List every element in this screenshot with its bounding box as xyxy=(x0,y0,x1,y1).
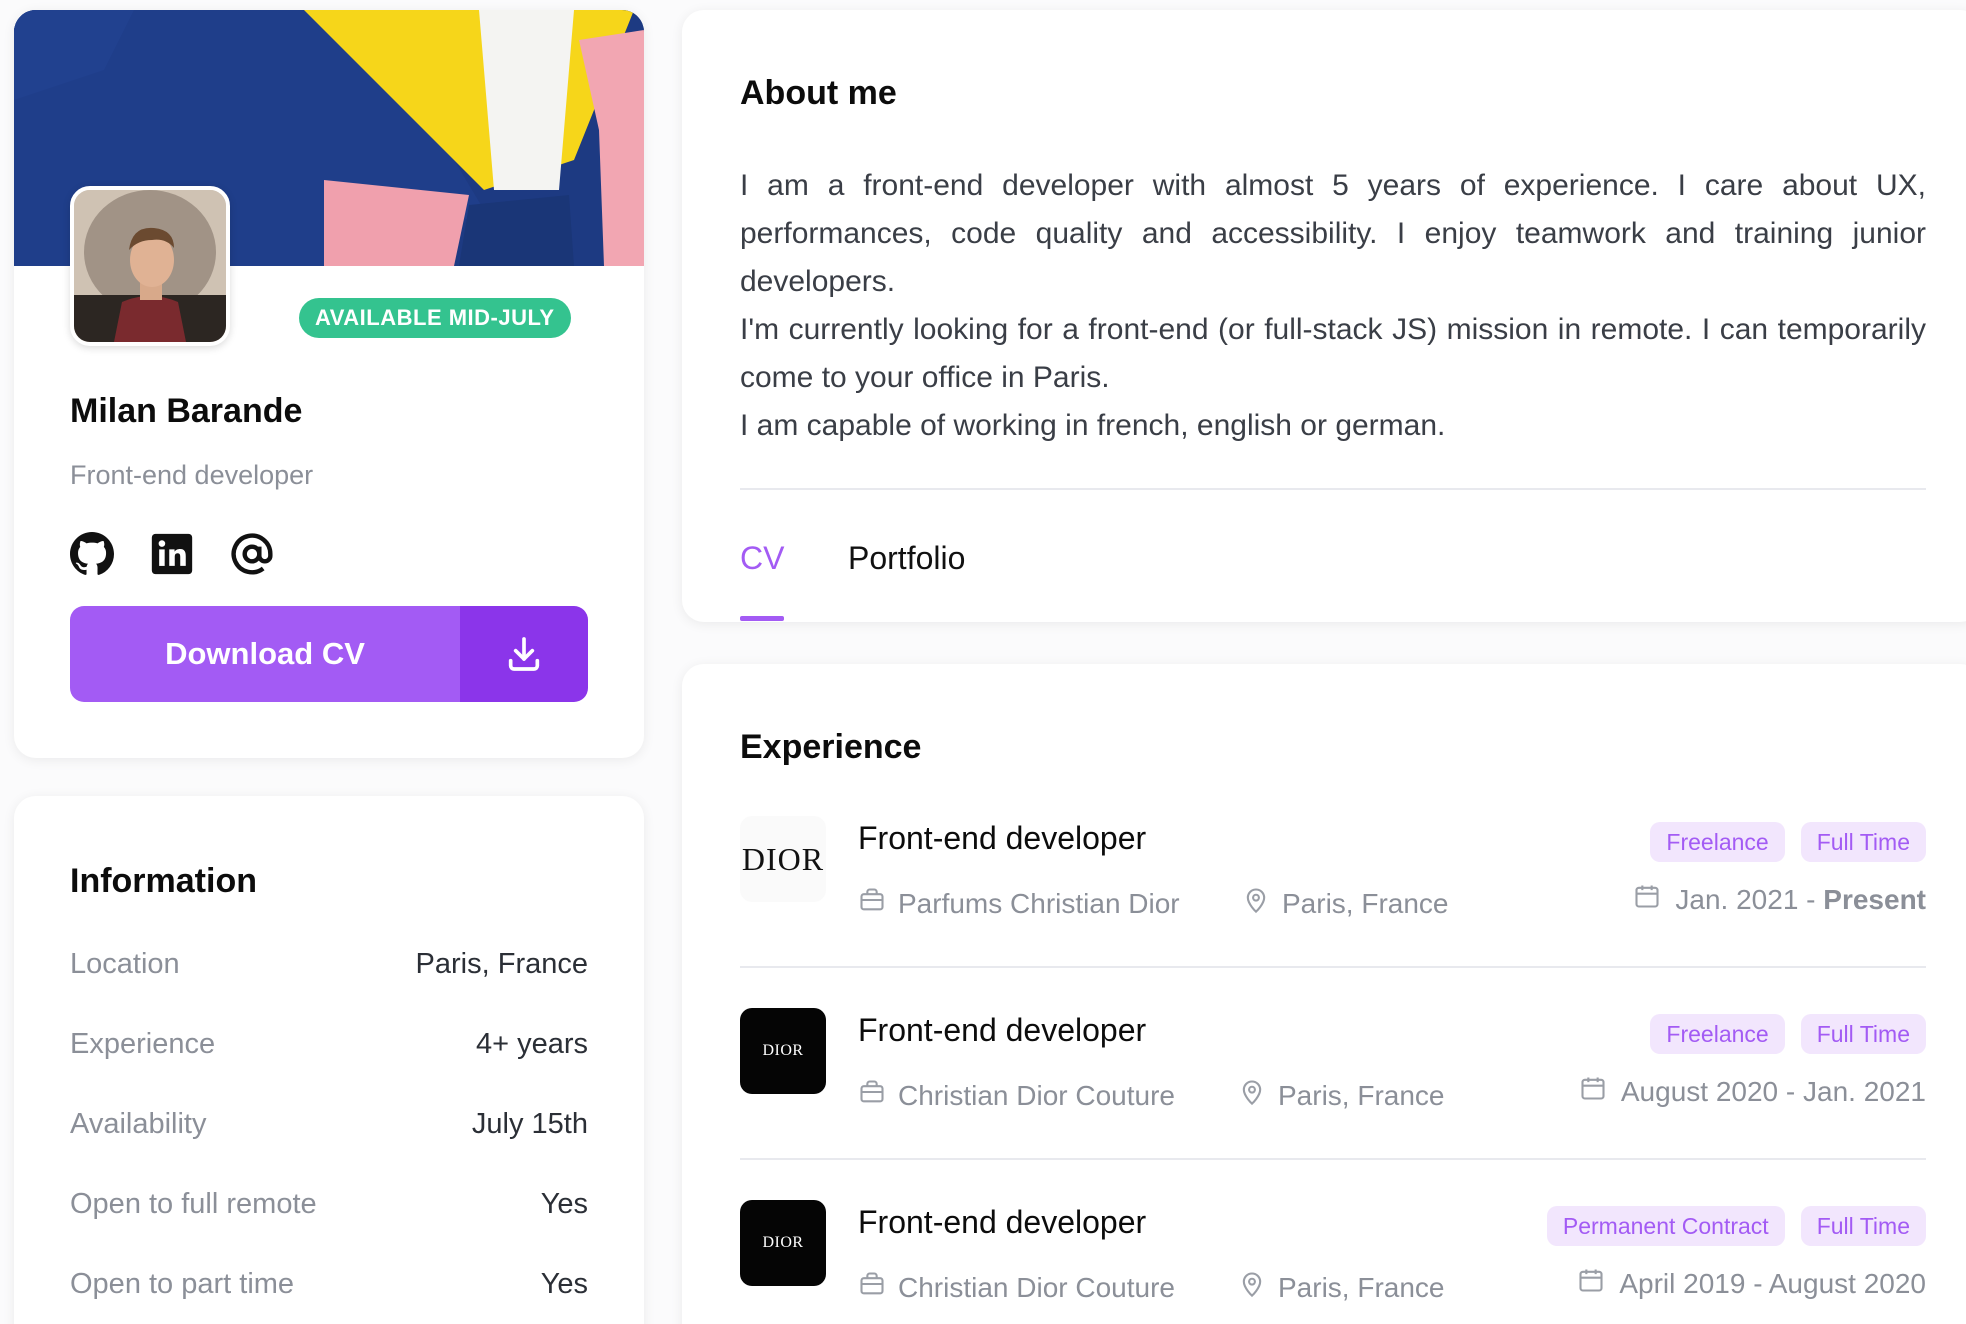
job-title: Front-end developer xyxy=(858,1012,1147,1048)
job-company: Christian Dior Couture xyxy=(858,1078,1175,1113)
location-pin-icon xyxy=(1242,886,1270,921)
linkedin-icon[interactable] xyxy=(150,532,194,576)
job-dates: April 2019 - August 2020 xyxy=(1577,1266,1926,1301)
company-logo: DIOR xyxy=(740,816,826,902)
company-name: Parfums Christian Dior xyxy=(898,887,1180,919)
info-label: Open to part time xyxy=(70,1268,295,1300)
briefcase-icon xyxy=(858,1078,886,1113)
calendar-icon xyxy=(1633,882,1661,917)
about-paragraph: I am capable of working in french, engli… xyxy=(740,409,1446,442)
calendar-icon xyxy=(1579,1074,1607,1109)
profile-role: Front-end developer xyxy=(70,460,314,490)
about-text: I am a front-end developer with almost 5… xyxy=(740,162,1926,450)
date-range: April 2019 - August 2020 xyxy=(1619,1267,1926,1299)
info-value: July 15th xyxy=(471,1108,588,1140)
info-value: Yes xyxy=(540,1188,588,1220)
date-present: Present xyxy=(1823,883,1926,915)
info-label: Location xyxy=(70,948,180,980)
divider xyxy=(740,488,1926,490)
divider xyxy=(740,966,1926,968)
experience-title: Experience xyxy=(740,728,922,766)
location-pin-icon xyxy=(1238,1270,1266,1305)
location-name: Paris, France xyxy=(1278,1079,1445,1111)
avatar xyxy=(70,186,230,346)
tag: Freelance xyxy=(1650,822,1785,862)
about-paragraph: I am a front-end developer with almost 5… xyxy=(740,169,1926,298)
tag: Full Time xyxy=(1800,822,1926,862)
location-name: Paris, France xyxy=(1282,887,1449,919)
job-company: Christian Dior Couture xyxy=(858,1270,1175,1305)
date-range: August 2020 - Jan. 2021 xyxy=(1620,1075,1926,1107)
job-tags: Freelance Full Time xyxy=(1650,822,1926,862)
info-row-part-time: Open to part time Yes xyxy=(70,1268,588,1301)
information-card: Information Location Paris, France Exper… xyxy=(14,796,644,1324)
profile-name: Milan Barande xyxy=(70,392,303,430)
job-dates: Jan. 2021 - Present xyxy=(1633,882,1926,917)
company-logo: DIOR xyxy=(740,1008,826,1094)
calendar-icon xyxy=(1577,1266,1605,1301)
company-name: Christian Dior Couture xyxy=(898,1079,1175,1111)
tag: Full Time xyxy=(1800,1014,1926,1054)
job-location: Paris, France xyxy=(1238,1078,1445,1113)
download-cv-button[interactable]: Download CV xyxy=(70,606,588,702)
location-pin-icon xyxy=(1238,1078,1266,1113)
job-tags: Permanent Contract Full Time xyxy=(1546,1206,1926,1246)
info-value: Paris, France xyxy=(415,948,588,980)
briefcase-icon xyxy=(858,886,886,921)
tab-cv[interactable]: CV xyxy=(740,540,784,577)
date-range: Jan. 2021 - xyxy=(1675,883,1824,915)
download-icon xyxy=(460,606,588,702)
github-icon[interactable] xyxy=(70,532,114,576)
info-label: Availability xyxy=(70,1108,207,1140)
tag: Permanent Contract xyxy=(1546,1206,1785,1246)
about-paragraph: I'm currently looking for a front-end (o… xyxy=(740,313,1926,394)
company-logo: DIOR xyxy=(740,1200,826,1286)
active-tab-indicator xyxy=(740,616,784,621)
download-cv-label: Download CV xyxy=(70,606,460,702)
social-links xyxy=(70,532,274,576)
info-value: 4+ years xyxy=(475,1028,588,1060)
info-row-experience: Experience 4+ years xyxy=(70,1028,588,1061)
info-value: Yes xyxy=(540,1268,588,1300)
tag: Full Time xyxy=(1800,1206,1926,1246)
availability-badge: AVAILABLE MID-JULY xyxy=(299,298,571,338)
briefcase-icon xyxy=(858,1270,886,1305)
at-icon[interactable] xyxy=(230,532,274,576)
info-row-location: Location Paris, France xyxy=(70,948,588,981)
profile-card: AVAILABLE MID-JULY Milan Barande Front-e… xyxy=(14,10,644,758)
about-card: About me I am a front-end developer with… xyxy=(682,10,1966,622)
about-title: About me xyxy=(740,74,897,112)
info-row-full-remote: Open to full remote Yes xyxy=(70,1188,588,1221)
location-name: Paris, France xyxy=(1278,1271,1445,1303)
tag: Freelance xyxy=(1650,1014,1785,1054)
info-label: Experience xyxy=(70,1028,216,1060)
job-location: Paris, France xyxy=(1242,886,1449,921)
info-label: Open to full remote xyxy=(70,1188,317,1220)
job-title: Front-end developer xyxy=(858,1204,1147,1240)
tab-portfolio[interactable]: Portfolio xyxy=(848,540,965,577)
job-tags: Freelance Full Time xyxy=(1650,1014,1926,1054)
divider xyxy=(740,1158,1926,1160)
information-title: Information xyxy=(70,862,257,900)
job-dates: August 2020 - Jan. 2021 xyxy=(1579,1074,1926,1109)
job-title: Front-end developer xyxy=(858,820,1147,856)
experience-card: Experience DIOR Front-end developer Parf… xyxy=(682,664,1966,1324)
job-location: Paris, France xyxy=(1238,1270,1445,1305)
job-company: Parfums Christian Dior xyxy=(858,886,1180,921)
company-name: Christian Dior Couture xyxy=(898,1271,1175,1303)
info-row-availability: Availability July 15th xyxy=(70,1108,588,1141)
